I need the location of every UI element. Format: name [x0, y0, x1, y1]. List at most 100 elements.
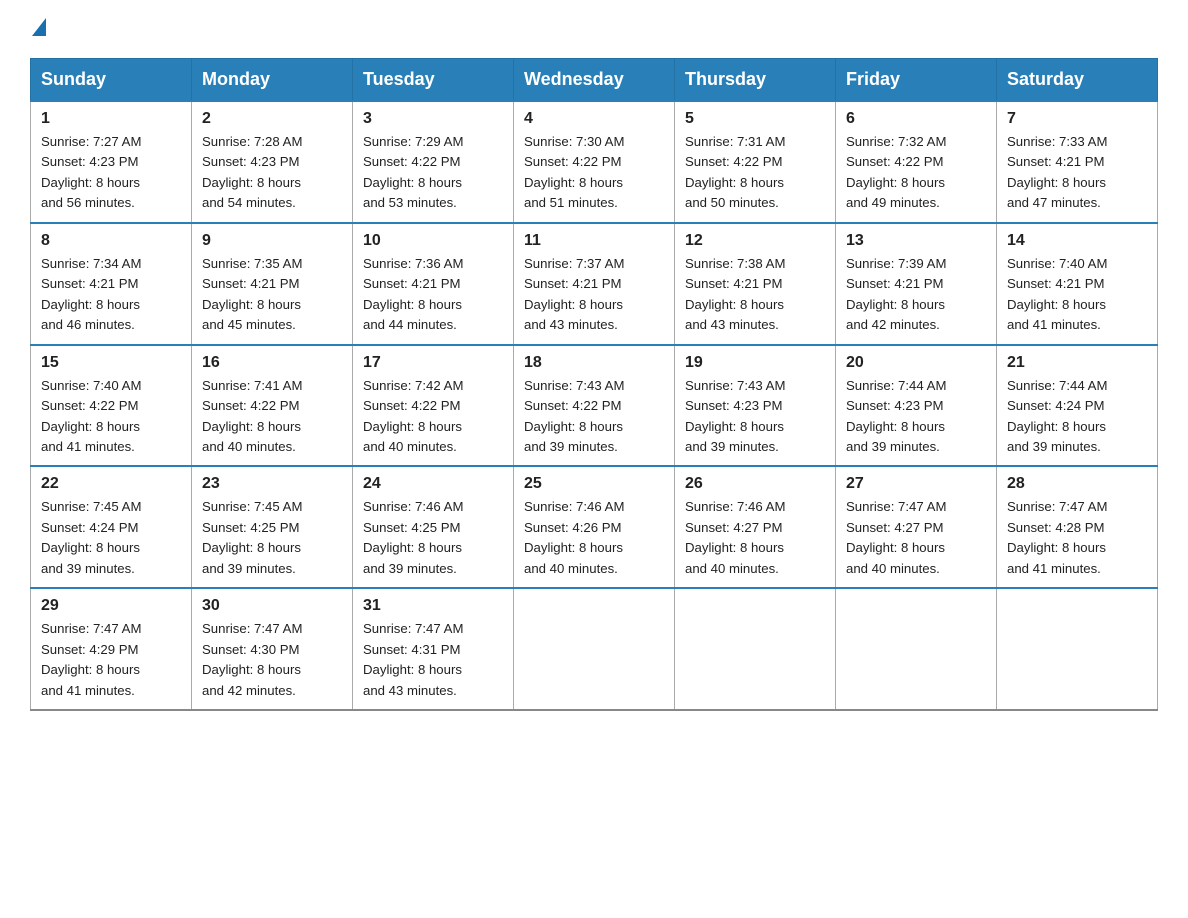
calendar-cell: 5 Sunrise: 7:31 AMSunset: 4:22 PMDayligh…: [675, 101, 836, 223]
column-header-sunday: Sunday: [31, 59, 192, 102]
day-number: 25: [524, 475, 664, 493]
day-number: 3: [363, 110, 503, 128]
day-info: Sunrise: 7:43 AMSunset: 4:22 PMDaylight:…: [524, 378, 624, 454]
day-info: Sunrise: 7:31 AMSunset: 4:22 PMDaylight:…: [685, 134, 785, 210]
day-info: Sunrise: 7:28 AMSunset: 4:23 PMDaylight:…: [202, 134, 302, 210]
calendar-cell: 19 Sunrise: 7:43 AMSunset: 4:23 PMDaylig…: [675, 345, 836, 467]
day-info: Sunrise: 7:46 AMSunset: 4:25 PMDaylight:…: [363, 499, 463, 575]
day-number: 26: [685, 475, 825, 493]
day-number: 19: [685, 354, 825, 372]
day-number: 20: [846, 354, 986, 372]
day-number: 12: [685, 232, 825, 250]
day-number: 7: [1007, 110, 1147, 128]
day-info: Sunrise: 7:38 AMSunset: 4:21 PMDaylight:…: [685, 256, 785, 332]
day-info: Sunrise: 7:35 AMSunset: 4:21 PMDaylight:…: [202, 256, 302, 332]
day-info: Sunrise: 7:47 AMSunset: 4:27 PMDaylight:…: [846, 499, 946, 575]
calendar-cell: 8 Sunrise: 7:34 AMSunset: 4:21 PMDayligh…: [31, 223, 192, 345]
day-info: Sunrise: 7:41 AMSunset: 4:22 PMDaylight:…: [202, 378, 302, 454]
calendar-cell: 13 Sunrise: 7:39 AMSunset: 4:21 PMDaylig…: [836, 223, 997, 345]
calendar-week-row: 8 Sunrise: 7:34 AMSunset: 4:21 PMDayligh…: [31, 223, 1158, 345]
day-info: Sunrise: 7:27 AMSunset: 4:23 PMDaylight:…: [41, 134, 141, 210]
calendar-cell: 9 Sunrise: 7:35 AMSunset: 4:21 PMDayligh…: [192, 223, 353, 345]
day-number: 10: [363, 232, 503, 250]
day-info: Sunrise: 7:43 AMSunset: 4:23 PMDaylight:…: [685, 378, 785, 454]
day-info: Sunrise: 7:44 AMSunset: 4:23 PMDaylight:…: [846, 378, 946, 454]
calendar-cell: 14 Sunrise: 7:40 AMSunset: 4:21 PMDaylig…: [997, 223, 1158, 345]
day-number: 14: [1007, 232, 1147, 250]
calendar-cell: 27 Sunrise: 7:47 AMSunset: 4:27 PMDaylig…: [836, 466, 997, 588]
day-number: 21: [1007, 354, 1147, 372]
logo-triangle-icon: [32, 18, 46, 36]
column-header-thursday: Thursday: [675, 59, 836, 102]
day-number: 1: [41, 110, 181, 128]
day-number: 6: [846, 110, 986, 128]
calendar-week-row: 1 Sunrise: 7:27 AMSunset: 4:23 PMDayligh…: [31, 101, 1158, 223]
column-header-saturday: Saturday: [997, 59, 1158, 102]
calendar-cell: [514, 588, 675, 710]
calendar-cell: 7 Sunrise: 7:33 AMSunset: 4:21 PMDayligh…: [997, 101, 1158, 223]
day-info: Sunrise: 7:34 AMSunset: 4:21 PMDaylight:…: [41, 256, 141, 332]
day-number: 4: [524, 110, 664, 128]
calendar-cell: 10 Sunrise: 7:36 AMSunset: 4:21 PMDaylig…: [353, 223, 514, 345]
day-info: Sunrise: 7:29 AMSunset: 4:22 PMDaylight:…: [363, 134, 463, 210]
calendar-cell: 24 Sunrise: 7:46 AMSunset: 4:25 PMDaylig…: [353, 466, 514, 588]
calendar-cell: [997, 588, 1158, 710]
calendar-cell: [675, 588, 836, 710]
column-header-wednesday: Wednesday: [514, 59, 675, 102]
day-info: Sunrise: 7:37 AMSunset: 4:21 PMDaylight:…: [524, 256, 624, 332]
day-number: 11: [524, 232, 664, 250]
day-info: Sunrise: 7:39 AMSunset: 4:21 PMDaylight:…: [846, 256, 946, 332]
calendar-week-row: 22 Sunrise: 7:45 AMSunset: 4:24 PMDaylig…: [31, 466, 1158, 588]
calendar-cell: 4 Sunrise: 7:30 AMSunset: 4:22 PMDayligh…: [514, 101, 675, 223]
day-info: Sunrise: 7:47 AMSunset: 4:28 PMDaylight:…: [1007, 499, 1107, 575]
calendar-cell: 23 Sunrise: 7:45 AMSunset: 4:25 PMDaylig…: [192, 466, 353, 588]
calendar-cell: 15 Sunrise: 7:40 AMSunset: 4:22 PMDaylig…: [31, 345, 192, 467]
day-number: 8: [41, 232, 181, 250]
calendar-cell: 18 Sunrise: 7:43 AMSunset: 4:22 PMDaylig…: [514, 345, 675, 467]
day-info: Sunrise: 7:36 AMSunset: 4:21 PMDaylight:…: [363, 256, 463, 332]
day-number: 22: [41, 475, 181, 493]
calendar-cell: 29 Sunrise: 7:47 AMSunset: 4:29 PMDaylig…: [31, 588, 192, 710]
column-header-tuesday: Tuesday: [353, 59, 514, 102]
day-number: 17: [363, 354, 503, 372]
calendar-cell: 2 Sunrise: 7:28 AMSunset: 4:23 PMDayligh…: [192, 101, 353, 223]
calendar-cell: 28 Sunrise: 7:47 AMSunset: 4:28 PMDaylig…: [997, 466, 1158, 588]
calendar-cell: 6 Sunrise: 7:32 AMSunset: 4:22 PMDayligh…: [836, 101, 997, 223]
day-number: 5: [685, 110, 825, 128]
page-header: [30, 20, 1158, 38]
day-number: 31: [363, 597, 503, 615]
day-number: 16: [202, 354, 342, 372]
day-info: Sunrise: 7:42 AMSunset: 4:22 PMDaylight:…: [363, 378, 463, 454]
calendar-table: SundayMondayTuesdayWednesdayThursdayFrid…: [30, 58, 1158, 711]
logo: [30, 20, 48, 38]
day-info: Sunrise: 7:33 AMSunset: 4:21 PMDaylight:…: [1007, 134, 1107, 210]
day-number: 28: [1007, 475, 1147, 493]
day-number: 15: [41, 354, 181, 372]
calendar-cell: 16 Sunrise: 7:41 AMSunset: 4:22 PMDaylig…: [192, 345, 353, 467]
day-number: 2: [202, 110, 342, 128]
day-info: Sunrise: 7:44 AMSunset: 4:24 PMDaylight:…: [1007, 378, 1107, 454]
column-header-friday: Friday: [836, 59, 997, 102]
calendar-cell: 31 Sunrise: 7:47 AMSunset: 4:31 PMDaylig…: [353, 588, 514, 710]
day-number: 13: [846, 232, 986, 250]
day-info: Sunrise: 7:45 AMSunset: 4:24 PMDaylight:…: [41, 499, 141, 575]
day-info: Sunrise: 7:47 AMSunset: 4:30 PMDaylight:…: [202, 621, 302, 697]
day-number: 29: [41, 597, 181, 615]
calendar-cell: [836, 588, 997, 710]
calendar-cell: 21 Sunrise: 7:44 AMSunset: 4:24 PMDaylig…: [997, 345, 1158, 467]
column-header-monday: Monday: [192, 59, 353, 102]
day-number: 27: [846, 475, 986, 493]
calendar-cell: 11 Sunrise: 7:37 AMSunset: 4:21 PMDaylig…: [514, 223, 675, 345]
day-number: 30: [202, 597, 342, 615]
calendar-cell: 12 Sunrise: 7:38 AMSunset: 4:21 PMDaylig…: [675, 223, 836, 345]
day-info: Sunrise: 7:45 AMSunset: 4:25 PMDaylight:…: [202, 499, 302, 575]
day-info: Sunrise: 7:47 AMSunset: 4:31 PMDaylight:…: [363, 621, 463, 697]
day-info: Sunrise: 7:40 AMSunset: 4:22 PMDaylight:…: [41, 378, 141, 454]
calendar-cell: 20 Sunrise: 7:44 AMSunset: 4:23 PMDaylig…: [836, 345, 997, 467]
calendar-cell: 3 Sunrise: 7:29 AMSunset: 4:22 PMDayligh…: [353, 101, 514, 223]
day-info: Sunrise: 7:30 AMSunset: 4:22 PMDaylight:…: [524, 134, 624, 210]
day-number: 18: [524, 354, 664, 372]
day-info: Sunrise: 7:46 AMSunset: 4:27 PMDaylight:…: [685, 499, 785, 575]
calendar-cell: 22 Sunrise: 7:45 AMSunset: 4:24 PMDaylig…: [31, 466, 192, 588]
calendar-cell: 17 Sunrise: 7:42 AMSunset: 4:22 PMDaylig…: [353, 345, 514, 467]
